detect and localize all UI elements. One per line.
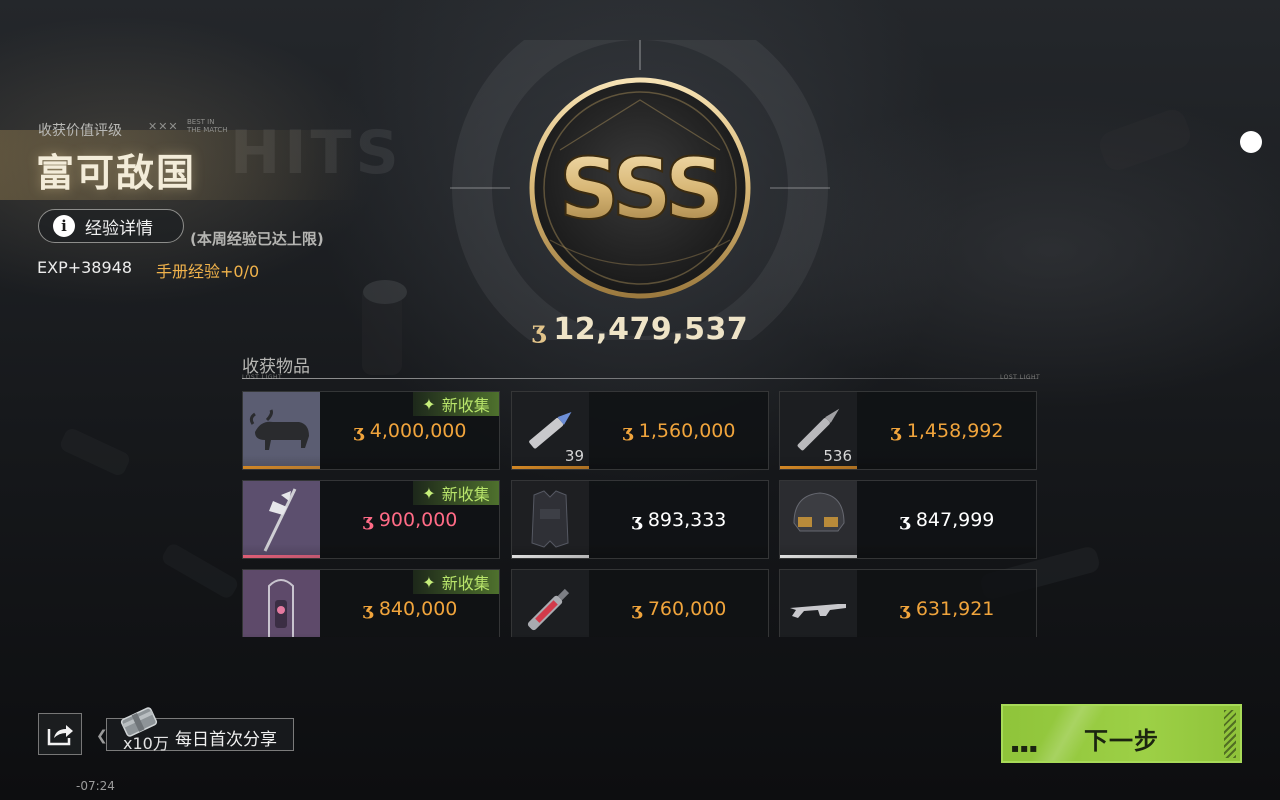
item-card-bronze-ox-statue[interactable]: ʒ 4,000,000 ✦ 新收集 [242,391,500,470]
coin-icon: ʒ [631,599,642,620]
new-collection-label: 新收集 [441,485,490,504]
item-thumbnail [512,570,589,637]
item-price-value: 900,000 [378,509,458,531]
next-step-label: 下一步 [1084,727,1159,755]
new-collection-label: 新收集 [441,396,490,415]
rating-caption: 收获价值评级 [38,123,122,139]
card-fade [512,633,768,637]
new-collection-badge: ✦ 新收集 [413,392,499,416]
rating-badge-line-2: THE MATCH [187,126,228,134]
item-price-value: 631,921 [915,598,995,620]
floating-menu-dot[interactable] [1240,131,1262,153]
sparkle-icon: ✦ [422,394,436,414]
card-fade [243,455,499,469]
item-price-value: 847,999 [915,509,995,531]
item-price-value: 1,560,000 [638,420,736,442]
item-price: ʒ 1,458,992 [858,420,1036,442]
item-thumbnail [780,570,857,637]
exp-detail-label: 经验详情 [85,218,153,239]
sss-grade-emblem: SSS [450,40,830,340]
exp-value: EXP+38948 [37,258,133,277]
item-price: ʒ 893,333 [590,509,768,531]
card-fade [780,455,1036,469]
coin-icon: ʒ [899,510,910,531]
card-fade [780,633,1036,637]
item-card-red-injector[interactable]: ʒ 760,000 [511,569,769,637]
item-card-tactical-helmet[interactable]: ʒ 847,999 [779,480,1037,559]
manual-exp-value: 手册经验+0/0 [156,262,260,281]
card-fade [243,633,499,637]
sparkle-icon: ✦ [422,483,436,503]
item-thumbnail [243,570,320,637]
total-value-number: 12,479,537 [553,312,749,347]
total-value: ʒ 12,479,537 [0,312,1280,347]
coin-icon: ʒ [362,599,373,620]
item-price-value: 893,333 [647,509,727,531]
item-price-value: 1,458,992 [906,420,1004,442]
item-price: ʒ 4,000,000 [321,420,499,442]
items-divider [242,378,1038,379]
coin-icon: ʒ [899,599,910,620]
new-collection-badge: ✦ 新收集 [413,570,499,594]
rating-title: 富可敌国 [36,151,197,195]
next-stripes [1224,710,1236,758]
item-price: ʒ 631,921 [858,598,1036,620]
exp-cap-note: (本周经验已达上限) [190,230,324,248]
assault-rifle-icon [780,570,857,637]
sparkle-icon: ✦ [422,572,436,592]
item-card-blue-tip-bullet[interactable]: 39ʒ1,560,000 [511,391,769,470]
next-dots-icon: ▪▪▪ [1011,741,1039,755]
reward-count: x10万 [123,734,169,753]
coin-icon: ʒ [353,421,364,442]
info-icon: i [53,215,75,237]
grade-text: SSS [559,140,721,238]
coin-icon: ʒ [362,510,373,531]
timer: -07:24 [76,779,115,793]
items-grid[interactable]: ʒ4,000,000✦新收集39ʒ1,560,000536ʒ1,458,992ʒ… [242,391,1038,637]
coin-icon: ʒ [531,315,546,344]
coin-icon: ʒ [622,421,633,442]
item-price: ʒ 760,000 [590,598,768,620]
exp-detail-button[interactable]: i 经验详情 [38,209,184,243]
item-card-rifle-bullet[interactable]: 536ʒ1,458,992 [779,391,1037,470]
rating-badge-caption: BEST IN THE MATCH [187,118,228,134]
coin-icon: ʒ [890,421,901,442]
item-card-assault-rifle[interactable]: ʒ 631,921 [779,569,1037,637]
card-fade [512,544,768,558]
caged-lantern-icon [243,570,320,637]
item-price-value: 840,000 [378,598,458,620]
item-price-value: 4,000,000 [369,420,467,442]
new-collection-badge: ✦ 新收集 [413,481,499,505]
item-price-value: 760,000 [647,598,727,620]
item-price: ʒ 840,000 [321,598,499,620]
share-icon [47,725,73,746]
rating-badge-icon: ✕✕✕ [148,120,179,133]
item-card-tactical-armor-vest[interactable]: ʒ 893,333 [511,480,769,559]
card-fade [780,544,1036,558]
next-step-button[interactable]: 下一步 ▪▪▪ [1001,704,1242,763]
card-fade [512,455,768,469]
reward-label: 每日首次分享 [175,730,277,750]
rating-badge-line-1: BEST IN [187,118,215,126]
share-reward-badge[interactable]: x10万 每日首次分享 [106,707,294,753]
red-injector-icon [512,570,589,637]
share-button[interactable] [38,713,82,755]
coin-icon: ʒ [631,510,642,531]
card-fade [243,544,499,558]
item-price: ʒ 847,999 [858,509,1036,531]
item-price: ʒ 900,000 [321,509,499,531]
settlement-screen: HITS 收获价值评级 ✕✕✕ BEST IN THE MATCH 富可敌国 i… [0,0,1280,800]
item-price: ʒ 1,560,000 [590,420,768,442]
item-card-ornate-halberd[interactable]: ʒ 900,000 ✦ 新收集 [242,480,500,559]
new-collection-label: 新收集 [441,574,490,593]
item-card-caged-lantern[interactable]: ʒ 840,000 ✦ 新收集 [242,569,500,637]
